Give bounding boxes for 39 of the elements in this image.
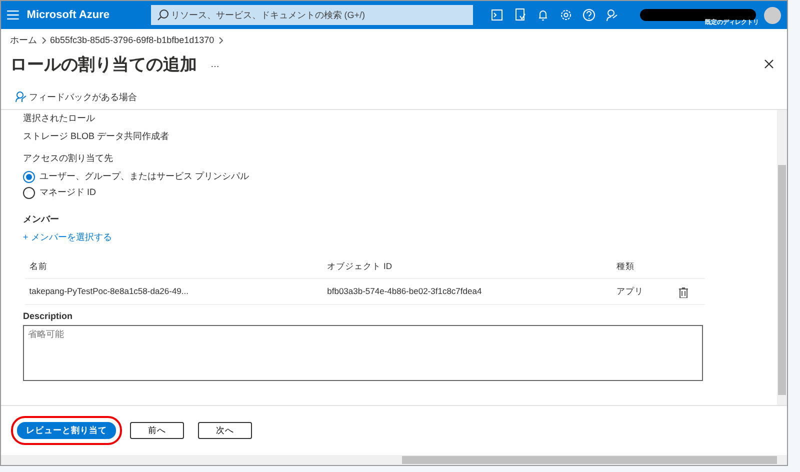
nav-button[interactable]: 次へ (198, 422, 252, 439)
column-header: オブジェクト ID (323, 254, 613, 279)
description-field[interactable]: 省略可能 (23, 325, 703, 382)
column-header: 種類 (612, 254, 675, 279)
search-field[interactable]: リソース、サービス、ドキュメントの検索 (G+/) (150, 5, 473, 25)
scrollbar-thumb[interactable] (402, 456, 777, 464)
radio-button[interactable] (23, 186, 35, 199)
radio-button[interactable] (23, 171, 35, 183)
settings-icon[interactable] (558, 8, 573, 22)
menu-icon[interactable] (7, 10, 19, 20)
help-icon[interactable] (582, 8, 596, 22)
radio-label[interactable]: ユーザー、グループ、またはサービス プリンシパル (40, 170, 250, 184)
table-cell: アプリ (612, 278, 675, 304)
breadcrumb-link[interactable]: ホーム (10, 34, 37, 47)
field-label: メンバー (23, 213, 60, 226)
field-label: Description (23, 310, 74, 323)
column-header: 名前 (25, 254, 324, 279)
brand-title[interactable]: Microsoft Azure (26, 6, 143, 24)
trash-icon[interactable] (678, 286, 688, 298)
chevron-icon (42, 36, 46, 44)
field-label: 選択されたロール (23, 112, 96, 125)
table-cell: bfb03a3b-574e-4b86-be02-3f1c8c7fdea4 (323, 278, 613, 304)
feedback-icon[interactable] (14, 91, 26, 104)
chevron-icon (218, 36, 223, 44)
more-button[interactable]: … (210, 58, 220, 71)
radio-label[interactable]: マネージド ID (40, 186, 96, 200)
feedback-icon[interactable] (604, 8, 619, 22)
close-icon[interactable] (764, 59, 774, 70)
page-title: ロールの割り当ての追加 (10, 54, 197, 76)
breadcrumb-link[interactable]: 6b55fc3b-85d5-3796-69f8-b1bfbe1d1370 (50, 34, 214, 47)
table-cell: takepang-PyTestPoc-8e8a1c58-da26-49... (25, 278, 324, 304)
add-member-link[interactable]: + メンバーを選択する (23, 231, 755, 244)
feedback-link[interactable]: フィードバックがある場合 (28, 90, 137, 104)
scrollbar-thumb[interactable] (778, 165, 786, 395)
nav-button[interactable]: 前へ (130, 422, 184, 439)
avatar-icon[interactable] (764, 6, 782, 24)
role-value: ストレージ BLOB データ共同作成者 (23, 130, 170, 143)
terminal-icon[interactable] (490, 8, 504, 22)
field-label: アクセスの割り当て先 (23, 152, 114, 166)
